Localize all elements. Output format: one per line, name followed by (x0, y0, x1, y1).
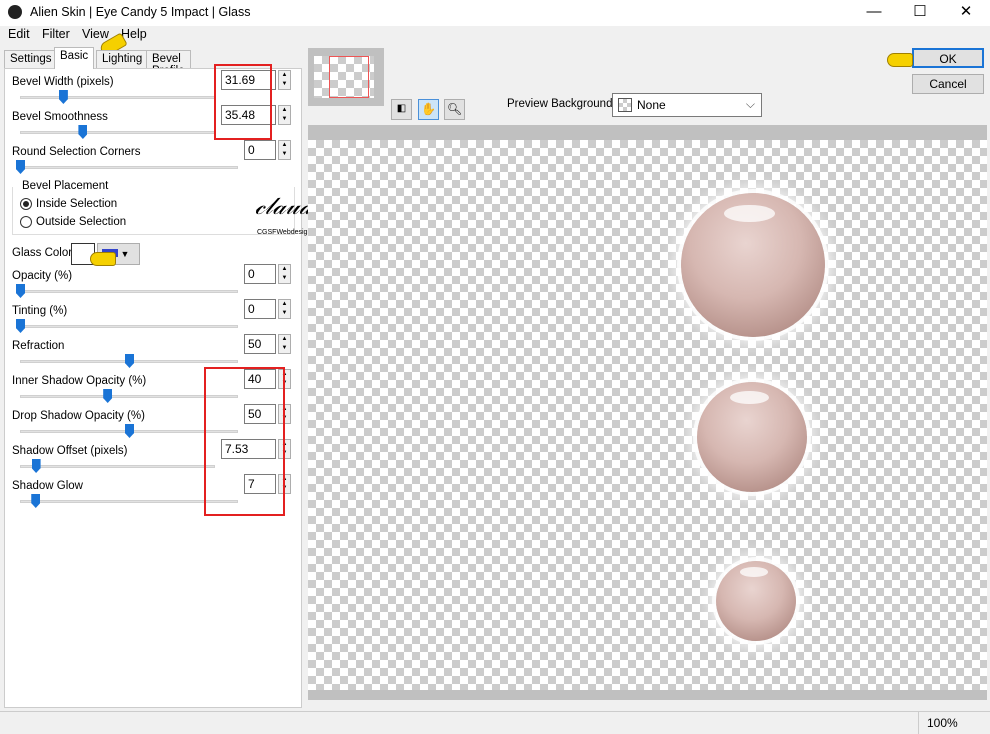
inside-selection-label: Inside Selection (36, 198, 118, 210)
tinting-label: Tinting (%) (12, 305, 68, 317)
minimize-button[interactable]: — (851, 0, 897, 26)
shadow-glow-label: Shadow Glow (12, 480, 83, 492)
round-selection-corners-field[interactable]: 0 (244, 140, 276, 160)
window-title: Alien Skin | Eye Candy 5 Impact | Glass (30, 5, 251, 19)
tab-basic[interactable]: Basic (54, 47, 95, 69)
shadow-offset-pixels-slider[interactable] (20, 465, 215, 468)
glass-sphere-large (681, 193, 825, 337)
refraction-spinner[interactable]: ▲ ▼ (278, 334, 291, 354)
round-selection-corners-spinner[interactable]: ▲ ▼ (278, 140, 291, 160)
bevel-placement-title: Bevel Placement (20, 180, 111, 192)
highlight-box (214, 64, 272, 140)
cancel-button[interactable]: Cancel (912, 74, 984, 94)
drop-shadow-opacity-label: Drop Shadow Opacity (%) (12, 410, 145, 422)
hand-tool-icon[interactable]: ✋ (418, 99, 439, 120)
tab-settings[interactable]: Settings (4, 50, 58, 68)
opacity-slider[interactable] (20, 290, 238, 293)
zoom-level: 100% (918, 712, 966, 734)
ok-button[interactable]: OK (912, 48, 984, 68)
tinting-field[interactable]: 0 (244, 299, 276, 319)
menu-edit[interactable]: Edit (8, 27, 30, 41)
inside-selection-radio[interactable] (20, 198, 32, 210)
tab-bevel-profile[interactable]: Bevel Profile (146, 50, 191, 77)
refraction-field[interactable]: 50 (244, 334, 276, 354)
preview-area[interactable] (308, 125, 987, 700)
bevel-width-pixels-label: Bevel Width (pixels) (12, 76, 114, 88)
bevel-smoothness-spinner[interactable]: ▲ ▼ (278, 105, 291, 125)
glass-sphere-medium (697, 382, 807, 492)
opacity-label: Opacity (%) (12, 270, 73, 282)
menu-view[interactable]: View (82, 27, 109, 41)
preview-background-label: Preview Background: (507, 98, 616, 110)
pointer-hand-icon (90, 252, 116, 266)
glass-color-label: Glass Color (12, 247, 73, 259)
outside-selection-label: Outside Selection (36, 216, 127, 228)
menu-filter[interactable]: Filter (42, 27, 70, 41)
zoom-tool-icon[interactable]: 🔍︎ (444, 99, 465, 120)
app-icon (8, 5, 22, 19)
inner-shadow-opacity-label: Inner Shadow Opacity (%) (12, 375, 147, 387)
chevron-down-icon: ⌵ (745, 97, 755, 111)
tinting-spinner[interactable]: ▲ ▼ (278, 299, 291, 319)
status-bar: 100% (0, 711, 990, 734)
shadow-offset-pixels-label: Shadow Offset (pixels) (12, 445, 128, 457)
navigator-thumbnail[interactable] (308, 48, 384, 106)
tab-lighting[interactable]: Lighting (96, 50, 149, 68)
opacity-spinner[interactable]: ▲ ▼ (278, 264, 291, 284)
glass-sphere-small (716, 561, 796, 641)
outside-selection-radio[interactable] (20, 216, 32, 228)
bevel-width-pixels-spinner[interactable]: ▲ ▼ (278, 70, 291, 90)
close-button[interactable]: ✕ (943, 0, 989, 26)
round-selection-corners-slider[interactable] (20, 166, 238, 169)
highlight-box (204, 367, 285, 516)
tinting-slider[interactable] (20, 325, 238, 328)
maximize-button[interactable]: ☐ (897, 0, 943, 26)
opacity-field[interactable]: 0 (244, 264, 276, 284)
refraction-label: Refraction (12, 340, 65, 352)
preview-toggle-icon[interactable]: ◧ (391, 99, 412, 120)
preview-background-value: None (637, 98, 666, 112)
preview-background-select[interactable]: None ⌵ (612, 93, 762, 117)
pointer-hand-icon (887, 53, 913, 67)
bevel-smoothness-slider[interactable] (20, 131, 215, 134)
bevel-smoothness-label: Bevel Smoothness (12, 111, 108, 123)
bevel-width-pixels-slider[interactable] (20, 96, 215, 99)
watermark-sub: CGSFWebdesign (257, 229, 312, 236)
round-selection-corners-label: Round Selection Corners (12, 146, 141, 158)
title-bar: Alien Skin | Eye Candy 5 Impact | Glass … (0, 0, 990, 26)
